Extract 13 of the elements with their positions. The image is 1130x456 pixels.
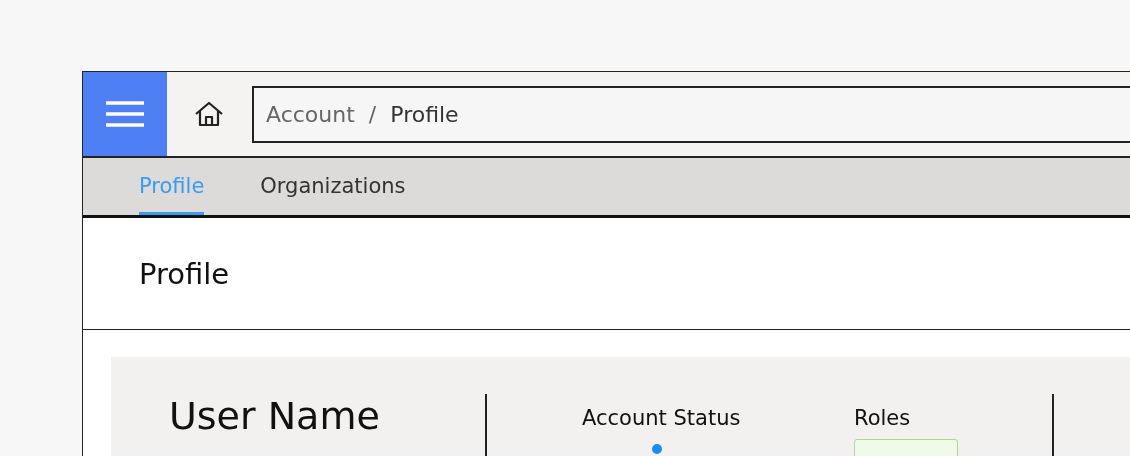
status-dot: [652, 444, 662, 454]
user-name: User Name: [169, 394, 380, 438]
roles-label: Roles: [854, 406, 912, 430]
breadcrumb-separator: /: [368, 101, 377, 127]
tab[interactable]: Organizations: [260, 158, 406, 215]
menu-button[interactable]: [83, 72, 167, 156]
account-status-label: Account Status: [582, 406, 742, 430]
breadcrumb-item[interactable]: Profile: [390, 101, 459, 127]
home-icon: [194, 101, 224, 127]
page-title: Profile: [139, 256, 230, 291]
breadcrumb-item[interactable]: Account: [266, 101, 355, 127]
menu-icon: [106, 101, 144, 127]
home-button[interactable]: [194, 101, 224, 127]
